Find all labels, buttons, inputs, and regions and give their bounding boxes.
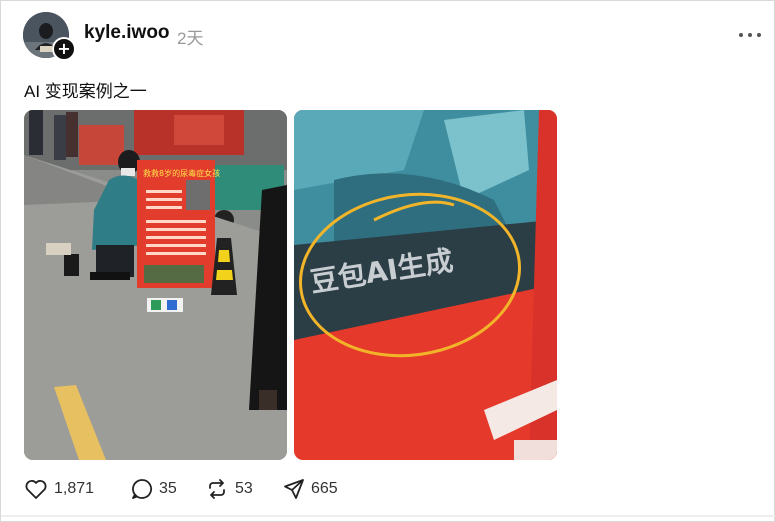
more-options-icon[interactable]: [739, 26, 761, 44]
send-icon: [284, 479, 304, 499]
heart-icon: [25, 480, 47, 499]
action-bar: 1,871 35 53 665: [24, 478, 424, 502]
repost-button[interactable]: 53: [205, 478, 253, 500]
post-card: + kyle.iwoo 2天 AI 变现案例之一 救救8岁的尿毒症女孩 豆包AI…: [0, 0, 775, 522]
post-image-street[interactable]: 救救8岁的尿毒症女孩: [24, 110, 287, 460]
like-button[interactable]: 1,871: [24, 478, 94, 500]
reply-button[interactable]: 35: [131, 478, 177, 500]
reply-count: 35: [159, 480, 177, 497]
share-count: 665: [311, 480, 338, 497]
post-image-closeup[interactable]: 豆包AI生成: [294, 110, 557, 460]
post-text: AI 变现案例之一: [24, 82, 147, 101]
username[interactable]: kyle.iwoo: [84, 22, 170, 44]
repost-count: 53: [235, 480, 253, 497]
timestamp: 2天: [177, 29, 204, 48]
repost-icon: [209, 479, 225, 499]
comment-icon: [132, 479, 153, 499]
sign-title: 救救8岁的尿毒症女孩: [143, 168, 220, 178]
divider: [1, 515, 775, 517]
share-button[interactable]: 665: [283, 478, 338, 500]
follow-plus-icon[interactable]: +: [52, 37, 76, 61]
like-count: 1,871: [54, 480, 95, 497]
